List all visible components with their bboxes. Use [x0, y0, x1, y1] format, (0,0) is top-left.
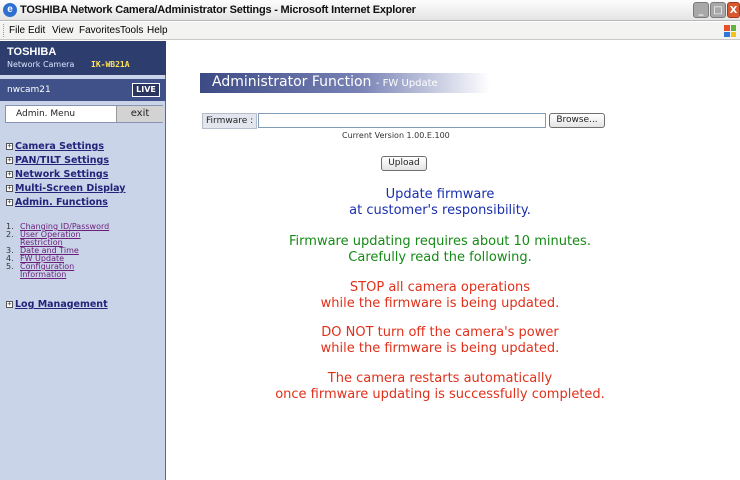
- menu-favorites[interactable]: Favorites: [79, 25, 120, 36]
- window-title: TOSHIBA Network Camera/Administrator Set…: [20, 4, 416, 16]
- live-button[interactable]: LIVE: [132, 83, 160, 97]
- sidebar-item-log-management[interactable]: + Log Management: [6, 299, 108, 310]
- toolbar-grip[interactable]: [3, 24, 6, 37]
- firmware-label: Firmware :: [202, 113, 257, 129]
- sidebar-item-network-settings[interactable]: + Network Settings: [6, 169, 108, 180]
- product-name: Network Camera: [7, 60, 75, 69]
- responsibility-notice: Update firmware at customer's responsibi…: [349, 187, 531, 218]
- page-header: Administrator Function - FW Update: [200, 73, 490, 93]
- expand-icon: +: [6, 156, 13, 164]
- page-title: Administrator Function - FW Update: [212, 74, 438, 90]
- brand-logo: TOSHIBA: [7, 46, 57, 58]
- current-version: Current Version 1.00.E.100: [342, 131, 450, 140]
- menu-file[interactable]: File: [9, 25, 25, 36]
- menu-help[interactable]: Help: [147, 25, 168, 36]
- admin-menu-label: Admin. Menu: [16, 109, 76, 119]
- submenu-item-configuration-cont[interactable]: Information: [20, 270, 66, 279]
- expand-icon: +: [6, 300, 13, 308]
- firmware-file-input[interactable]: [258, 113, 546, 128]
- camera-name: nwcam21: [7, 85, 51, 95]
- sidebar-item-camera-settings[interactable]: + Camera Settings: [6, 141, 104, 152]
- sidebar: TOSHIBA Network Camera IK-WB21A nwcam21 …: [0, 41, 166, 480]
- expand-icon: +: [6, 170, 13, 178]
- stop-operations-warning: STOP all camera operations while the fir…: [320, 280, 560, 311]
- sidebar-item-pan-tilt-settings[interactable]: + PAN/TILT Settings: [6, 155, 109, 166]
- browse-button[interactable]: Browse...: [549, 113, 605, 128]
- expand-icon: +: [6, 198, 13, 206]
- sidebar-item-admin-functions[interactable]: + Admin. Functions: [6, 197, 108, 208]
- ie-icon: e: [3, 3, 17, 17]
- restart-notice: The camera restarts automatically once f…: [275, 371, 605, 402]
- maximize-button[interactable]: □: [710, 2, 726, 18]
- brand-header: TOSHIBA Network Camera IK-WB21A: [0, 41, 166, 75]
- admin-menu-row: Admin. Menu exit: [5, 105, 163, 123]
- close-button[interactable]: X: [727, 2, 740, 18]
- exit-button[interactable]: exit: [116, 106, 163, 122]
- duration-notice: Firmware updating requires about 10 minu…: [289, 234, 591, 265]
- window-titlebar: e TOSHIBA Network Camera/Administrator S…: [0, 0, 740, 21]
- page-subtitle: - FW Update: [375, 78, 438, 89]
- expand-icon: +: [6, 184, 13, 192]
- menu-tools[interactable]: Tools: [120, 25, 143, 36]
- camera-row: nwcam21 LIVE: [0, 79, 166, 101]
- menu-edit[interactable]: Edit: [28, 25, 45, 36]
- windows-logo-icon: [722, 23, 738, 39]
- sidebar-item-multi-screen-display[interactable]: + Multi-Screen Display: [6, 183, 126, 194]
- power-warning: DO NOT turn off the camera's power while…: [320, 325, 560, 356]
- expand-icon: +: [6, 142, 13, 150]
- menu-bar: File Edit View Favorites Tools Help: [0, 22, 740, 40]
- upload-button[interactable]: Upload: [381, 156, 427, 171]
- model-name: IK-WB21A: [91, 60, 130, 69]
- menu-view[interactable]: View: [52, 25, 74, 36]
- minimize-button[interactable]: _: [693, 2, 709, 18]
